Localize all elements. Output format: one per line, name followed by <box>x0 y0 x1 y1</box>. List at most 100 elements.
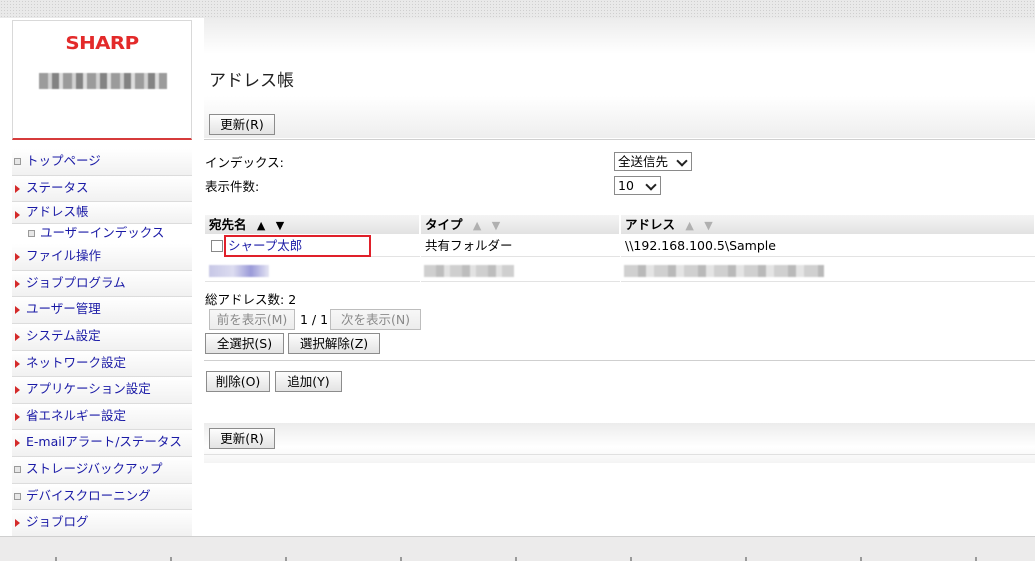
sidebar-item-label: トップページ <box>26 153 101 168</box>
column-header-label: 宛先名 <box>209 217 247 232</box>
sidebar-item-label: E-mailアラート/ステータス <box>26 434 182 450</box>
total-count-value: 2 <box>288 292 297 307</box>
sidebar-item-label: ユーザー管理 <box>26 301 101 317</box>
next-page-button[interactable]: 次を表示(N) <box>330 309 421 330</box>
taskbar-strip <box>0 557 1035 561</box>
sidebar-item-storage-backup[interactable]: ストレージバックアップ <box>12 456 192 484</box>
refresh-button[interactable]: 更新(R) <box>209 114 275 135</box>
model-name-redacted <box>39 73 167 89</box>
index-label: インデックス: <box>205 155 284 170</box>
sidebar-item-label: 省エネルギー設定 <box>26 407 127 423</box>
sidebar-item-job-log[interactable]: ジョブログ <box>12 510 192 536</box>
page-title: アドレス帳 <box>209 71 294 91</box>
caret-right-icon <box>15 306 20 315</box>
page-indicator: 1 / 1 <box>300 312 329 327</box>
sidebar-item-application-settings[interactable]: アプリケーション設定 <box>12 377 192 404</box>
deselect-button[interactable]: 選択解除(Z) <box>288 333 380 354</box>
redacted-address <box>624 265 824 277</box>
header-band <box>204 18 1035 138</box>
sidebar-item-label: ストレージバックアップ <box>26 460 163 476</box>
sort-asc-icon[interactable]: ▲ <box>685 216 693 235</box>
caret-right-icon <box>15 359 20 368</box>
column-header-name[interactable]: 宛先名 ▲ ▼ <box>205 215 420 234</box>
column-header-label: タイプ <box>425 217 463 232</box>
sidebar-item-system-settings[interactable]: システム設定 <box>12 323 192 351</box>
sidebar-item-job-program[interactable]: ジョブプログラム <box>12 270 192 298</box>
sidebar-item-user-index[interactable]: ユーザーインデックス <box>12 224 192 245</box>
sidebar-item-label: システム設定 <box>26 327 101 343</box>
caret-right-icon <box>15 279 20 288</box>
square-bullet-icon <box>14 492 21 500</box>
sidebar-nav: トップページ ステータス アドレス帳 ユーザーインデックス ファイル操作 ジョブ… <box>12 149 192 536</box>
filter-icon[interactable]: ▼ <box>276 216 284 235</box>
sidebar-item-address-book[interactable]: アドレス帳 <box>12 202 192 225</box>
caret-right-icon <box>15 386 20 395</box>
sidebar-item-label: ステータス <box>26 179 89 195</box>
total-count: 総アドレス数: 2 <box>205 289 296 308</box>
filter-icon[interactable]: ▼ <box>704 216 712 235</box>
divider <box>204 360 1035 361</box>
caret-right-icon <box>15 439 20 448</box>
caret-right-icon <box>15 184 20 193</box>
square-bullet-icon <box>14 158 21 165</box>
prev-page-button[interactable]: 前を表示(M) <box>209 309 295 330</box>
footer-bar <box>0 536 1035 561</box>
count-select-value: 10 <box>618 178 634 193</box>
sidebar-item-network-settings[interactable]: ネットワーク設定 <box>12 350 192 378</box>
caret-right-icon <box>15 412 20 421</box>
caret-right-icon <box>15 332 20 341</box>
column-header-label: アドレス <box>625 217 676 232</box>
filter-icon[interactable]: ▼ <box>492 216 500 235</box>
sidebar-item-file-operations[interactable]: ファイル操作 <box>12 244 192 271</box>
sidebar-item-label: デバイスクローニング <box>26 487 151 503</box>
divider <box>204 454 1035 455</box>
add-button[interactable]: 追加(Y) <box>275 371 342 392</box>
row-checkbox[interactable] <box>211 240 223 252</box>
left-column: SHARP トップページ ステータス アドレス帳 ユーザーインデックス ファイル… <box>0 18 204 536</box>
main-content: アドレス帳 更新(R) インデックス: 全送信先 表示件数: 10 宛先名 ▲ … <box>204 18 1035 536</box>
column-header-address[interactable]: アドレス ▲ ▼ <box>621 215 1035 234</box>
sidebar-item-label: アドレス帳 <box>26 204 89 220</box>
caret-right-icon <box>15 253 20 262</box>
sidebar-item-label: ジョブプログラム <box>26 274 126 290</box>
address-name-link[interactable]: シャープ太郎 <box>228 238 302 253</box>
sidebar-item-email-alert[interactable]: E-mailアラート/ステータス <box>12 430 192 457</box>
redacted-name <box>209 265 269 277</box>
count-label: 表示件数: <box>205 179 260 194</box>
brand-logo: SHARP <box>65 33 139 54</box>
sidebar-item-device-cloning[interactable]: デバイスクローニング <box>12 483 192 511</box>
table-row-address-cell: \\192.168.100.5\Sample <box>621 235 1035 257</box>
index-select[interactable]: 全送信先 <box>614 152 692 171</box>
sidebar-item-label: アプリケーション設定 <box>26 381 151 397</box>
table-row-name-cell: シャープ太郎 <box>224 235 420 257</box>
column-header-type[interactable]: タイプ ▲ ▼ <box>421 215 620 234</box>
caret-right-icon <box>15 519 20 528</box>
sort-asc-icon[interactable]: ▲ <box>257 216 265 235</box>
total-count-label: 総アドレス数: <box>205 292 285 307</box>
sidebar-item-label: ユーザーインデックス <box>40 225 165 241</box>
bottom-band <box>204 423 1035 463</box>
count-select[interactable]: 10 <box>614 176 661 195</box>
sort-asc-icon[interactable]: ▲ <box>473 216 481 235</box>
divider <box>204 139 1035 140</box>
square-bullet-icon <box>14 465 21 473</box>
sidebar-item-user-management[interactable]: ユーザー管理 <box>12 297 192 324</box>
sidebar-item-label: ファイル操作 <box>26 248 102 264</box>
delete-button[interactable]: 削除(O) <box>206 371 270 392</box>
top-strip <box>0 0 1035 18</box>
select-all-button[interactable]: 全選択(S) <box>205 333 284 354</box>
redacted-type <box>424 265 514 277</box>
square-bullet-icon <box>28 230 35 238</box>
sidebar-item-top-page[interactable]: トップページ <box>12 149 192 176</box>
table-row-type-cell: 共有フォルダー <box>421 235 620 257</box>
index-select-value: 全送信先 <box>618 154 669 169</box>
sidebar-item-label: ジョブログ <box>26 514 89 530</box>
chevron-down-icon <box>676 155 688 167</box>
sidebar-item-energy-settings[interactable]: 省エネルギー設定 <box>12 403 192 431</box>
sidebar-item-status[interactable]: ステータス <box>12 175 192 203</box>
chevron-down-icon <box>645 179 657 191</box>
logo-panel: SHARP <box>12 20 192 140</box>
refresh-button-bottom[interactable]: 更新(R) <box>209 428 275 449</box>
caret-right-icon <box>15 211 20 220</box>
sidebar-item-label: ネットワーク設定 <box>26 354 127 370</box>
